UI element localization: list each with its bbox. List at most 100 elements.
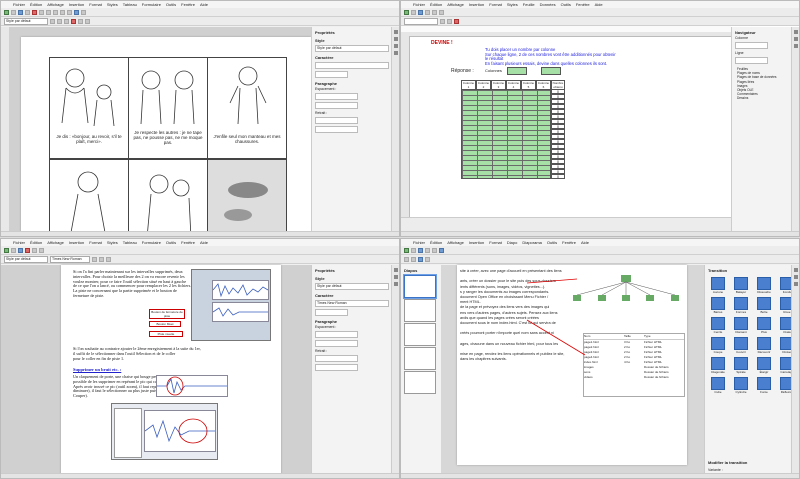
- undo-icon[interactable]: [432, 9, 437, 15]
- menu-item[interactable]: Styles: [507, 2, 518, 7]
- sidebar-style-combo[interactable]: Style par défaut: [315, 283, 389, 290]
- sidebar-font-combo[interactable]: [315, 62, 389, 69]
- properties-deck-icon[interactable]: [793, 30, 798, 34]
- slide-thumbnail-4[interactable]: [404, 347, 436, 370]
- menu-item[interactable]: Styles: [107, 240, 118, 245]
- menu-item[interactable]: Fichier: [13, 2, 25, 7]
- menu-item[interactable]: Édition: [30, 2, 42, 7]
- font-color-icon[interactable]: [71, 18, 76, 24]
- transition-item[interactable]: Couvrir: [731, 337, 751, 354]
- menu-item[interactable]: Fenêtre: [181, 240, 195, 245]
- paragraph-style-combo[interactable]: Style par défaut: [4, 17, 48, 25]
- paragraph-section-title[interactable]: Paragraphe: [315, 319, 392, 324]
- bold-icon[interactable]: [50, 18, 55, 24]
- current-slide[interactable]: site à créer, avec une page d'accueil en…: [457, 265, 687, 465]
- menu-item[interactable]: Aide: [581, 240, 589, 245]
- image-icon[interactable]: [4, 9, 9, 15]
- transition-item[interactable]: Boîte: [754, 297, 774, 314]
- slide-thumbnail-5[interactable]: [404, 371, 436, 394]
- menu-item[interactable]: Affichage: [47, 2, 64, 7]
- select-icon[interactable]: [404, 256, 409, 262]
- sidebar-font-combo[interactable]: Times New Roman: [315, 300, 389, 307]
- indent-after-field[interactable]: [315, 126, 358, 133]
- transition-item[interactable]: Découvrir: [754, 337, 774, 354]
- properties-deck-icon[interactable]: [393, 30, 398, 34]
- italic-icon[interactable]: [57, 18, 62, 24]
- sidebar-size-combo[interactable]: [315, 71, 348, 78]
- spacing-below-field[interactable]: [315, 102, 358, 109]
- menu-item[interactable]: Diaporama: [522, 240, 542, 245]
- menu-item[interactable]: Tableau: [123, 240, 137, 245]
- menu-item[interactable]: Fenêtre: [576, 2, 590, 7]
- gallery-deck-icon[interactable]: [393, 282, 398, 286]
- menu-item[interactable]: Outils: [561, 2, 571, 7]
- slide-thumbnail-1[interactable]: [404, 275, 436, 298]
- properties-deck-icon[interactable]: [793, 268, 798, 272]
- menu-item[interactable]: Aide: [200, 240, 208, 245]
- style-section-title[interactable]: Style: [315, 276, 392, 281]
- menu-item[interactable]: Formulaire: [142, 2, 161, 7]
- spacing-below-field[interactable]: [315, 340, 358, 347]
- transition-item[interactable]: Spirale: [731, 357, 751, 374]
- font-name-combo[interactable]: Times New Roman: [50, 255, 90, 263]
- indent-before-field[interactable]: [315, 117, 358, 124]
- menu-item[interactable]: Données: [540, 2, 556, 7]
- image-icon[interactable]: [4, 247, 9, 253]
- copy-icon[interactable]: [46, 9, 51, 15]
- transition-deck-icon[interactable]: [793, 275, 798, 279]
- menu-item[interactable]: Format: [489, 2, 502, 7]
- document-page[interactable]: Je dis : «bonjour, au revoir, s'il te pl…: [21, 37, 311, 236]
- transition-item[interactable]: Diamant: [731, 317, 751, 334]
- navigator-deck-icon[interactable]: [393, 51, 398, 55]
- answer-cell-1[interactable]: [507, 67, 527, 75]
- transition-item[interactable]: Plus: [754, 317, 774, 334]
- transition-item[interactable]: Cercle: [708, 317, 728, 334]
- menu-item[interactable]: Affichage: [447, 2, 464, 7]
- transition-item[interactable]: Barres: [708, 297, 728, 314]
- ellipse-icon[interactable]: [425, 256, 430, 262]
- italic-icon[interactable]: [99, 256, 104, 262]
- properties-deck-icon[interactable]: [393, 268, 398, 272]
- transition-item[interactable]: Formes: [731, 297, 751, 314]
- cut-icon[interactable]: [39, 9, 44, 15]
- slide-thumbnail-3[interactable]: [404, 323, 436, 346]
- underline-icon[interactable]: [64, 18, 69, 24]
- menu-item[interactable]: Tableau: [123, 2, 137, 7]
- align-left-icon[interactable]: [78, 18, 83, 24]
- character-section-title[interactable]: Caractère: [315, 55, 392, 60]
- navigator-item[interactable]: Dessins: [737, 96, 792, 100]
- transition-item[interactable]: Élargir: [754, 357, 774, 374]
- menu-item[interactable]: Fenêtre: [562, 240, 576, 245]
- redo-icon[interactable]: [67, 9, 72, 15]
- paste-icon[interactable]: [53, 9, 58, 15]
- menu-item[interactable]: Outils: [547, 240, 557, 245]
- styles-deck-icon[interactable]: [393, 37, 398, 41]
- undo-icon[interactable]: [60, 9, 65, 15]
- menu-item[interactable]: Insertion: [469, 240, 484, 245]
- line-icon[interactable]: [411, 256, 416, 262]
- start-slideshow-icon[interactable]: [439, 247, 444, 253]
- chart-icon[interactable]: [81, 9, 86, 15]
- nav-row-field[interactable]: [735, 57, 768, 64]
- menu-item[interactable]: Diapo: [507, 240, 517, 245]
- transition-item[interactable]: Coupe: [708, 337, 728, 354]
- styles-deck-icon[interactable]: [793, 37, 798, 41]
- transition-item[interactable]: Cylindre: [731, 377, 751, 394]
- save-icon[interactable]: [418, 247, 423, 253]
- gallery-deck-icon[interactable]: [393, 44, 398, 48]
- sidebar-size-combo[interactable]: [315, 309, 348, 316]
- pdf-export-icon[interactable]: [25, 247, 30, 253]
- document-page[interactable]: Si on l'a fini parler maintenant sur les…: [61, 265, 281, 478]
- menu-item[interactable]: Styles: [107, 2, 118, 7]
- style-section-title[interactable]: Style: [315, 38, 392, 43]
- redo-icon[interactable]: [439, 9, 444, 15]
- chart-icon[interactable]: [404, 9, 409, 15]
- save-icon[interactable]: [18, 9, 23, 15]
- nav-col-field[interactable]: [735, 42, 768, 49]
- styles-deck-icon[interactable]: [393, 275, 398, 279]
- menu-item[interactable]: Édition: [30, 240, 42, 245]
- image-icon[interactable]: [404, 247, 409, 253]
- rectangle-icon[interactable]: [418, 256, 423, 262]
- align-center-icon[interactable]: [85, 18, 90, 24]
- save-icon[interactable]: [418, 9, 423, 15]
